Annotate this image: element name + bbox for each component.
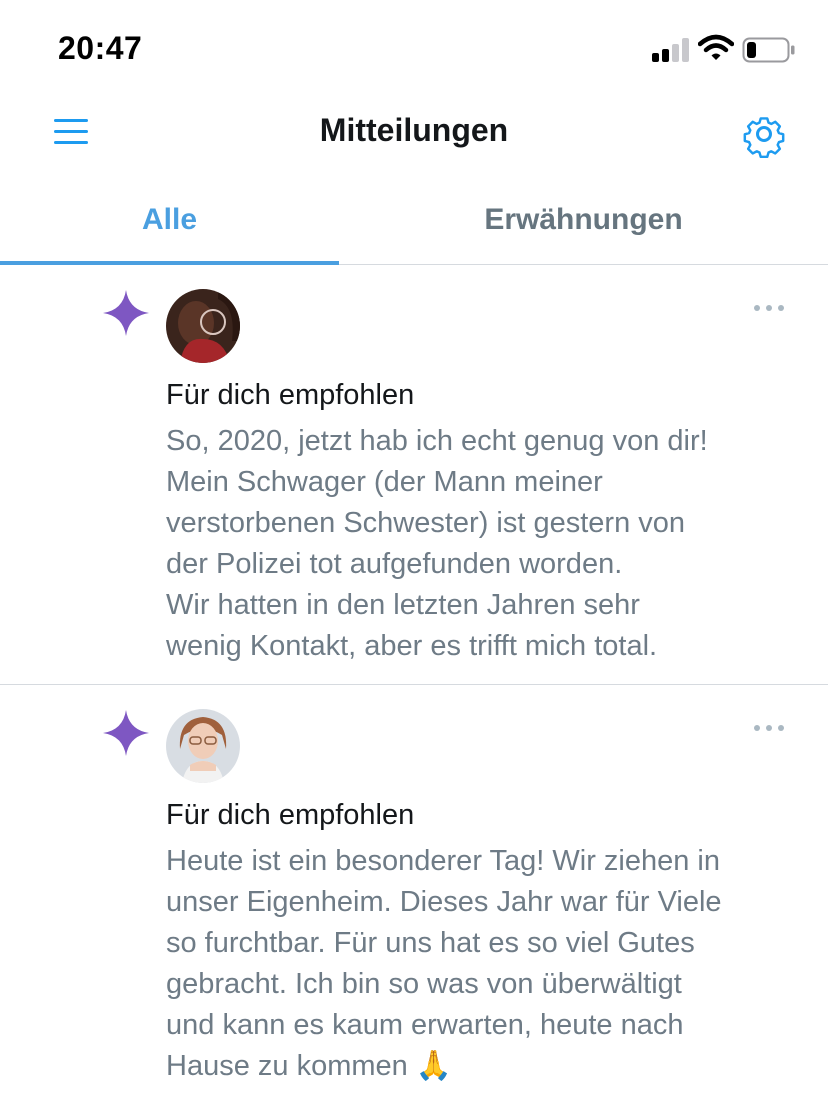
text-line: unser Eigenheim. Dieses Jahr war für Vie…	[166, 886, 722, 918]
recommendation-label: Für dich empfohlen	[166, 799, 415, 831]
status-time: 20:47	[58, 30, 143, 66]
text-line: so furchtbar. Für uns hat es so viel Gut…	[166, 927, 695, 959]
avatar[interactable]	[166, 709, 240, 783]
tab-mentions[interactable]: Erwähnungen	[339, 176, 828, 264]
sparkle-icon	[103, 290, 149, 336]
sparkle-icon	[103, 710, 149, 756]
more-options-icon[interactable]	[752, 715, 786, 739]
notification-text: Heute ist ein besonderer Tag! Wir ziehen…	[166, 841, 806, 1087]
text-line: gebracht. Ich bin so was von überwältigt	[166, 968, 682, 1000]
tab-bar: Alle Erwähnungen	[0, 176, 828, 265]
text-line: Heute ist ein besonderer Tag! Wir ziehen…	[166, 845, 720, 877]
avatar[interactable]	[166, 289, 240, 363]
more-options-icon[interactable]	[752, 295, 786, 319]
page-title: Mitteilungen	[319, 112, 509, 148]
notification-item[interactable]: Für dich empfohlen Heute ist ein besonde…	[0, 685, 828, 1104]
notification-item[interactable]: Für dich empfohlen So, 2020, jetzt hab i…	[0, 265, 828, 685]
status-bar: 20:47	[0, 0, 828, 96]
text-line: verstorbenen Schwester) ist gestern von	[166, 507, 686, 539]
top-navigation-bar: Mitteilungen	[0, 96, 828, 176]
text-line: Hause zu kommen 🙏	[166, 1050, 452, 1082]
text-line: der Polizei tot aufgefunden worden.	[166, 548, 623, 580]
wifi-icon	[698, 34, 734, 60]
text-line: So, 2020, jetzt hab ich echt genug von d…	[166, 425, 708, 457]
cellular-signal-icon	[652, 38, 692, 62]
gear-icon[interactable]	[740, 110, 788, 158]
battery-icon	[742, 37, 795, 63]
recommendation-label: Für dich empfohlen	[166, 379, 415, 411]
text-line: wenig Kontakt, aber es trifft mich total…	[166, 630, 658, 662]
text-line: Mein Schwager (der Mann meiner	[166, 466, 603, 498]
text-line: Wir hatten in den letzten Jahren sehr	[166, 589, 640, 621]
text-line: und kann es kaum erwarten, heute nach	[166, 1009, 684, 1041]
tab-all[interactable]: Alle	[0, 176, 339, 264]
notification-text: So, 2020, jetzt hab ich echt genug von d…	[166, 421, 806, 667]
